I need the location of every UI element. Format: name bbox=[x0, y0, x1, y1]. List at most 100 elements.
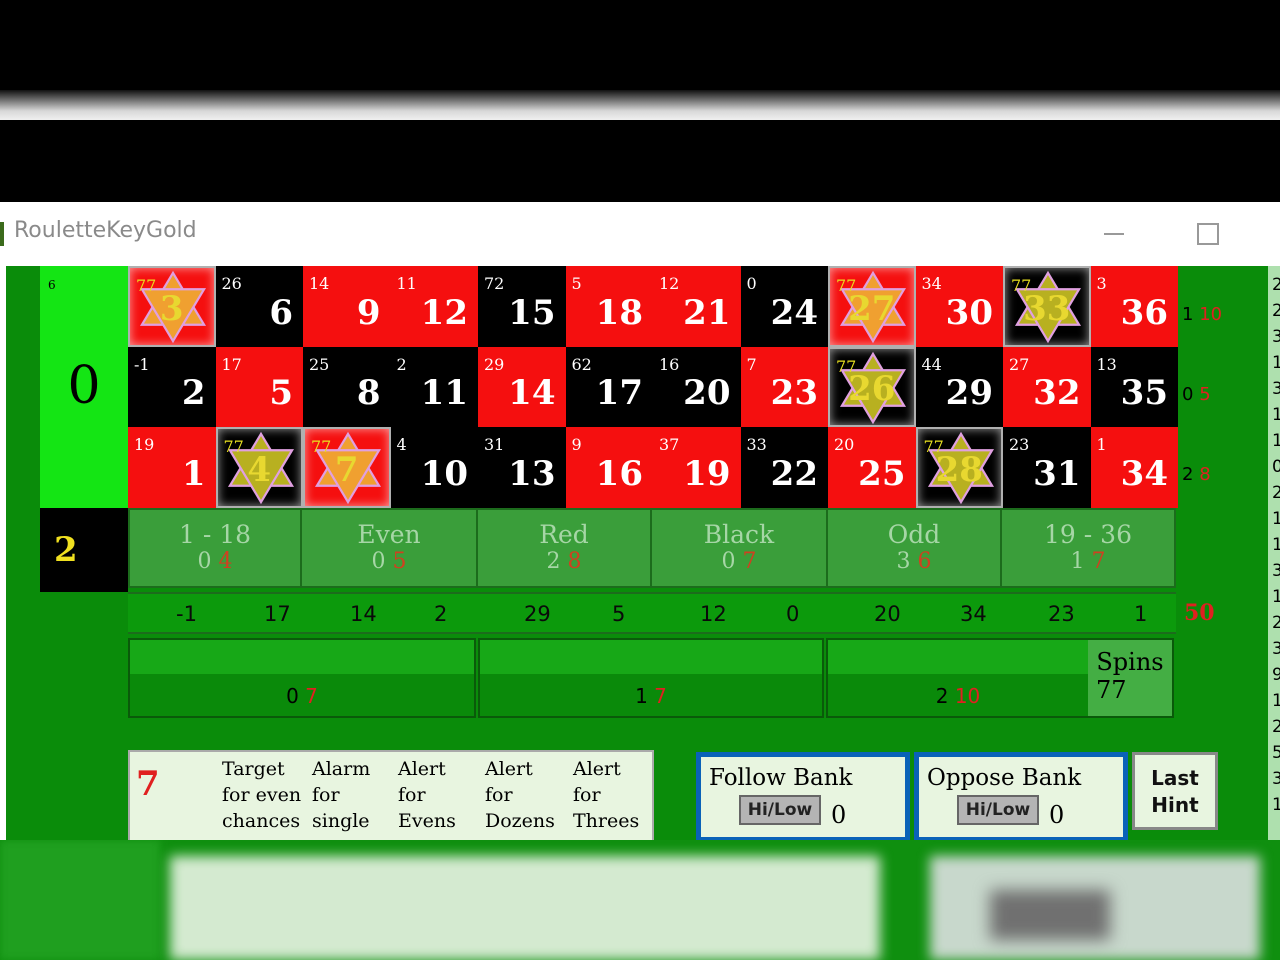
right-strip-number: 1 bbox=[1272, 431, 1280, 451]
cell-count: 5 bbox=[571, 274, 582, 293]
number-cell-35[interactable]: 13 35 bbox=[1090, 346, 1178, 428]
number-cell-36[interactable]: 3 36 bbox=[1090, 266, 1178, 347]
number-cell-22[interactable]: 33 22 bbox=[740, 427, 828, 509]
number-cell-27[interactable]: 77 27 bbox=[828, 266, 916, 347]
cell-count: 72 bbox=[484, 274, 505, 293]
history-value: 23 bbox=[1048, 602, 1075, 626]
number-cell-23[interactable]: 7 23 bbox=[740, 346, 828, 428]
cell-count: 4 bbox=[396, 435, 407, 455]
column-panel-counts: 1 7 bbox=[635, 684, 667, 708]
cell-count: 62 bbox=[571, 354, 592, 374]
even-bet-label: Even bbox=[357, 520, 421, 549]
number-cell-15[interactable]: 72 15 bbox=[478, 266, 566, 347]
number-cell-29[interactable]: 44 29 bbox=[915, 346, 1003, 428]
even-bet-red[interactable]: Red 2 8 bbox=[478, 510, 652, 586]
number-cell-7[interactable]: 77 7 bbox=[303, 427, 391, 509]
even-bet-19-36[interactable]: 19 - 36 1 7 bbox=[1002, 510, 1174, 586]
zero-cell[interactable]: 6 0 bbox=[40, 266, 128, 508]
number-cell-10[interactable]: 4 10 bbox=[390, 427, 478, 509]
cell-count: 23 bbox=[1009, 435, 1030, 455]
number-cell-34[interactable]: 1 34 bbox=[1090, 427, 1178, 509]
alert-text: Alarm bbox=[312, 758, 371, 780]
number-cell-12[interactable]: 11 12 bbox=[390, 266, 478, 347]
number-cell-30[interactable]: 34 30 bbox=[915, 266, 1003, 347]
row-side-b: 10 bbox=[1199, 304, 1223, 325]
number-cell-26[interactable]: 77 26 bbox=[828, 346, 916, 428]
cell-count: 3 bbox=[1096, 274, 1107, 293]
history-value: 17 bbox=[264, 602, 291, 626]
cell-count: 29 bbox=[484, 354, 505, 374]
number-cell-28[interactable]: 77 28 bbox=[915, 427, 1003, 509]
right-strip-number: 0 bbox=[1272, 457, 1280, 477]
minimize-button[interactable] bbox=[1094, 214, 1134, 254]
number-cell-18[interactable]: 5 18 bbox=[565, 266, 653, 347]
number-cell-5[interactable]: 17 5 bbox=[215, 346, 303, 428]
number-cell-1[interactable]: 19 1 bbox=[128, 427, 216, 509]
even-bet-even[interactable]: Even 0 5 bbox=[302, 510, 478, 586]
cell-count: 77 bbox=[923, 437, 944, 457]
cell-number: 35 bbox=[1120, 373, 1168, 414]
cell-number: 31 bbox=[1033, 454, 1081, 495]
cell-count: 44 bbox=[921, 354, 942, 374]
number-cell-8[interactable]: 25 8 bbox=[303, 346, 391, 428]
last-hint-line2: Hint bbox=[1151, 793, 1199, 817]
app-window: RouletteKeyGold 223131102113123912531 6 … bbox=[0, 202, 1280, 840]
column-panel-counts: 2 10 bbox=[935, 684, 981, 708]
number-cell-25[interactable]: 20 25 bbox=[828, 427, 916, 509]
follow-hilow-button[interactable]: Hi/Low bbox=[739, 795, 821, 825]
follow-bank-value: 0 bbox=[831, 801, 847, 829]
number-cell-31[interactable]: 23 31 bbox=[1003, 427, 1091, 509]
cell-count: 77 bbox=[311, 437, 332, 457]
number-cell-19[interactable]: 37 19 bbox=[653, 427, 741, 509]
column-panel-2: 1 7 bbox=[478, 638, 824, 718]
even-bet-odd[interactable]: Odd 3 6 bbox=[828, 510, 1002, 586]
number-cell-4[interactable]: 77 4 bbox=[215, 427, 303, 509]
number-cell-2[interactable]: -1 2 bbox=[128, 346, 216, 428]
number-cell-9[interactable]: 14 9 bbox=[303, 266, 391, 347]
number-cell-24[interactable]: 0 24 bbox=[740, 266, 828, 347]
right-strip-number: 3 bbox=[1272, 379, 1280, 399]
number-cell-33[interactable]: 77 33 bbox=[1003, 266, 1091, 347]
number-cell-21[interactable]: 12 21 bbox=[653, 266, 741, 347]
cell-count: 7 bbox=[746, 354, 757, 374]
right-strip-number: 3 bbox=[1272, 639, 1280, 659]
alert-text: Evens bbox=[398, 810, 456, 832]
cell-count: 16 bbox=[659, 354, 680, 374]
right-strip-number: 2 bbox=[1272, 301, 1280, 321]
cell-count: 26 bbox=[221, 274, 242, 293]
even-bet-counts: 3 6 bbox=[896, 549, 932, 574]
even-bet-counts: 0 4 bbox=[197, 549, 233, 574]
oppose-hilow-button[interactable]: Hi/Low bbox=[957, 795, 1039, 825]
alert-column: Alert for Evens bbox=[398, 756, 456, 834]
number-cell-13[interactable]: 31 13 bbox=[478, 427, 566, 509]
alert-column: Alarm for single bbox=[312, 756, 370, 834]
column-panel-counts: 0 7 bbox=[286, 684, 318, 708]
even-bet-counts: 2 8 bbox=[546, 549, 582, 574]
row-side-b: 8 bbox=[1199, 464, 1211, 485]
number-cell-32[interactable]: 27 32 bbox=[1003, 346, 1091, 428]
right-strip-number: 1 bbox=[1272, 405, 1280, 425]
number-cell-17[interactable]: 62 17 bbox=[565, 346, 653, 428]
right-strip-number: 1 bbox=[1272, 795, 1280, 815]
alert-text: single bbox=[312, 810, 370, 832]
oppose-bank-value: 0 bbox=[1049, 801, 1065, 829]
maximize-button[interactable] bbox=[1188, 214, 1228, 254]
blurred-footer bbox=[0, 840, 1280, 960]
even-bet-black[interactable]: Black 0 7 bbox=[652, 510, 828, 586]
number-cell-16[interactable]: 9 16 bbox=[565, 427, 653, 509]
row-side-count: 0 5 bbox=[1182, 384, 1262, 464]
cell-count: 20 bbox=[834, 435, 855, 455]
number-cell-6[interactable]: 26 6 bbox=[215, 266, 303, 347]
number-cell-14[interactable]: 29 14 bbox=[478, 346, 566, 428]
even-bet-label: 1 - 18 bbox=[178, 520, 252, 549]
row-side-count: 1 10 bbox=[1182, 304, 1262, 384]
alert-text: Dozens bbox=[485, 810, 555, 832]
cell-count: -1 bbox=[134, 354, 150, 374]
last-hint-button[interactable]: Last Hint bbox=[1132, 752, 1218, 830]
number-cell-3[interactable]: 77 3 bbox=[128, 266, 216, 347]
number-cell-11[interactable]: 2 11 bbox=[390, 346, 478, 428]
even-bet-1-18[interactable]: 1 - 18 0 4 bbox=[130, 510, 302, 586]
cell-count: 77 bbox=[836, 276, 857, 295]
number-cell-20[interactable]: 16 20 bbox=[653, 346, 741, 428]
cell-count: 77 bbox=[223, 437, 244, 457]
